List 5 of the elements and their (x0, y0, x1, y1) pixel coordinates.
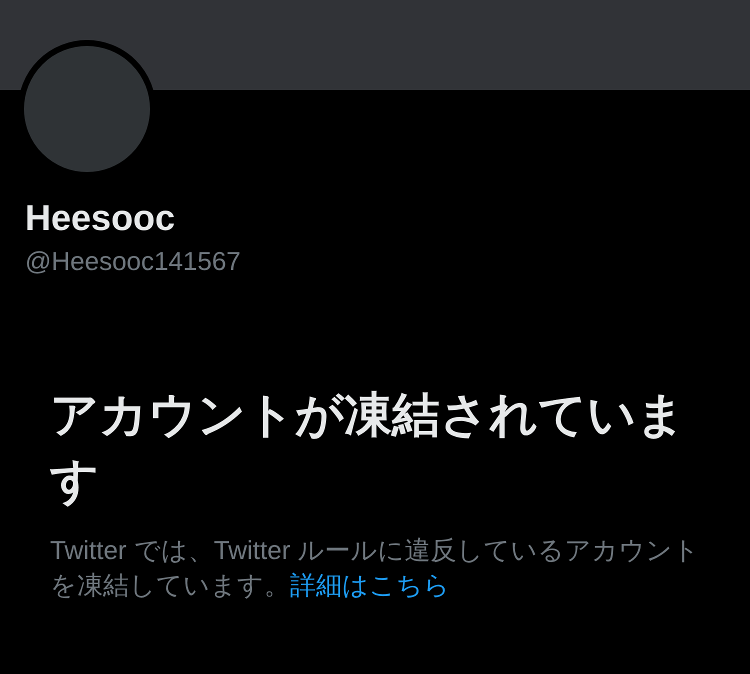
display-name: Heesooc (25, 196, 176, 240)
username: @Heesooc141567 (25, 245, 242, 278)
suspension-message: Twitter では、Twitter ルールに違反しているアカウントを凍結しています。詳細はこちら (50, 534, 701, 602)
suspension-title: アカウントが凍結されています (50, 388, 686, 510)
learn-more-link[interactable]: 詳細はこちら (290, 570, 450, 600)
